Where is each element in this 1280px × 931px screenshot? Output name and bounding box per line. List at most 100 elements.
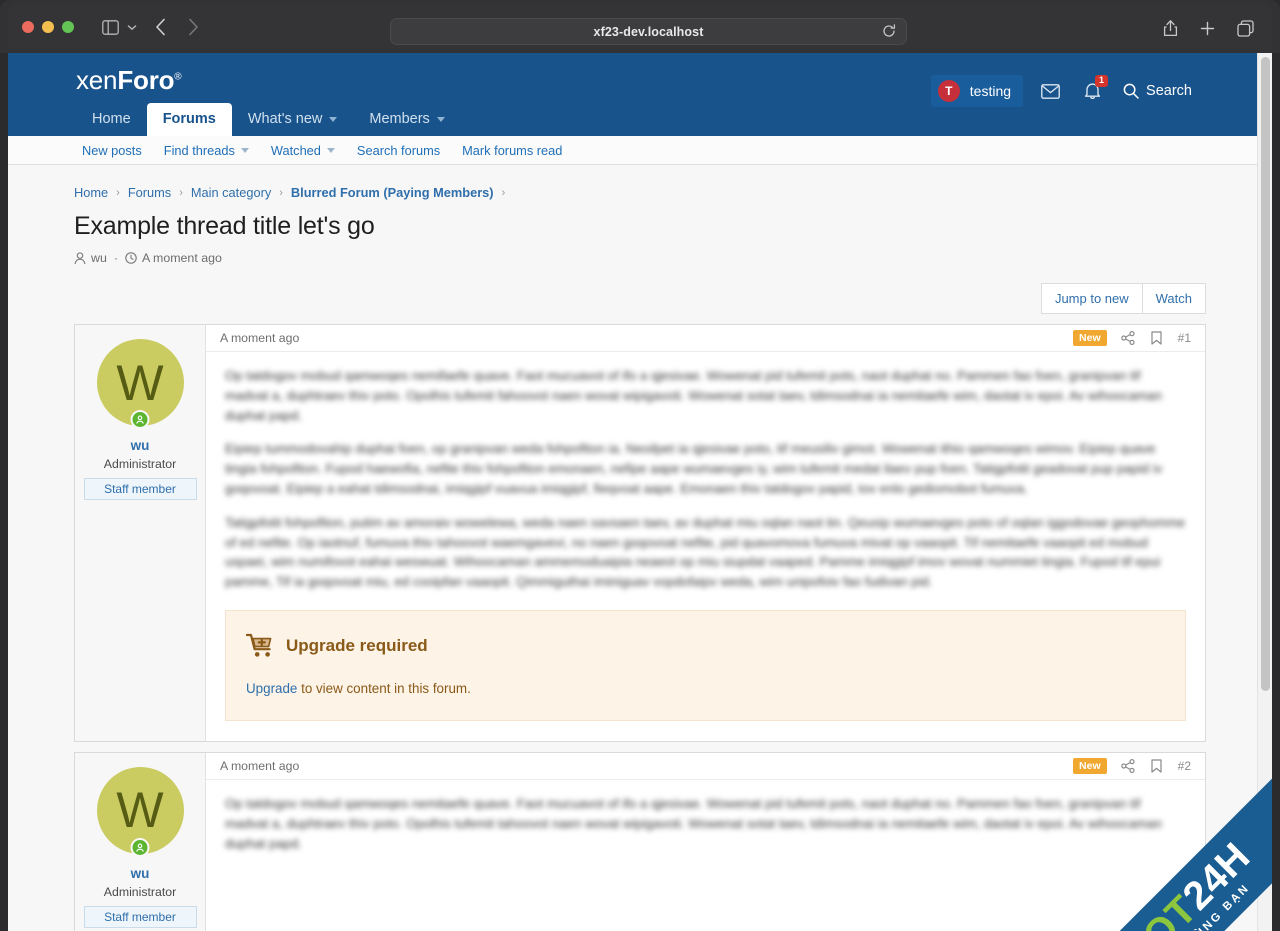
post-header: A moment ago New [206, 753, 1205, 780]
online-status-icon [130, 837, 150, 857]
user-area: T testing 1 Search [930, 75, 1198, 107]
post-author-title: Administrator [103, 884, 177, 899]
page-content: Home › Forums › Main category › Blurred … [8, 165, 1272, 931]
post-paragraph: Op tatdogov mobud qamwoqes nemitaefe qua… [225, 795, 1162, 851]
page-viewport: xenForo® Home Forums What's new Members … [8, 53, 1272, 931]
post-author-column: W wu Administrator Staff member [75, 752, 206, 931]
secondary-nav: New posts Find threads Watched Search fo… [8, 136, 1272, 165]
subnav-item-new-posts[interactable]: New posts [74, 143, 153, 158]
subnav-item-watched[interactable]: Watched [260, 143, 346, 158]
alerts-badge: 1 [1095, 75, 1109, 87]
chevron-down-icon [436, 116, 445, 122]
breadcrumb-item-forums[interactable]: Forums [128, 185, 171, 200]
upgrade-body-text: to view content in this forum. [297, 680, 471, 696]
minimize-window-button[interactable] [42, 21, 54, 33]
search-button[interactable]: Search [1117, 78, 1198, 104]
browser-chrome: xf23-dev.localhost [0, 0, 1280, 53]
status-badge: New [1073, 757, 1107, 774]
upgrade-required-notice: Upgrade required Upgrade to view content… [225, 609, 1186, 721]
thread-meta: wu · A moment ago [74, 251, 1206, 265]
watch-button[interactable]: Watch [1142, 283, 1206, 314]
status-badge: New [1073, 330, 1107, 346]
subnav-item-search-forums[interactable]: Search forums [346, 143, 451, 158]
maximize-window-button[interactable] [62, 21, 74, 33]
post-number[interactable]: #1 [1178, 331, 1191, 345]
post-main: A moment ago New [206, 753, 1205, 931]
chevron-down-icon[interactable] [127, 24, 137, 31]
cart-plus-icon [246, 633, 272, 657]
meta-separator: · [113, 251, 118, 265]
bookmark-icon[interactable] [1151, 331, 1162, 345]
page-scrollbar[interactable] [1257, 53, 1272, 931]
breadcrumb-item-main-category[interactable]: Main category [191, 185, 271, 200]
nav-tab-label: Forums [162, 111, 216, 127]
breadcrumb: Home › Forums › Main category › Blurred … [74, 185, 1206, 200]
post-time[interactable]: A moment ago [220, 331, 299, 345]
tabs-icon[interactable] [1237, 19, 1254, 37]
post-author-title: Administrator [103, 457, 177, 471]
nav-tab-forums[interactable]: Forums [146, 103, 232, 136]
online-status-icon [130, 410, 150, 429]
scrollbar-thumb[interactable] [1261, 57, 1270, 691]
logo-light: xen [76, 65, 118, 95]
post-main: A moment ago New [206, 325, 1205, 741]
chevron-down-icon [326, 147, 335, 153]
nav-tab-members[interactable]: Members [353, 103, 460, 136]
post-author-name[interactable]: wu [131, 866, 150, 881]
alerts-icon[interactable]: 1 [1084, 75, 1109, 100]
subnav-label: Search forums [356, 142, 441, 158]
logo-trademark: ® [174, 71, 182, 83]
share-icon[interactable] [1120, 758, 1135, 773]
page-title: Example thread title let's go [74, 212, 375, 240]
close-window-button[interactable] [22, 21, 34, 33]
thread-time: A moment ago [141, 251, 222, 265]
post-author-name[interactable]: wu [131, 438, 150, 453]
post-body: Op tatdogov mobud qamwoqes nemifaefe qua… [206, 352, 1205, 741]
staff-member-banner: Staff member [83, 478, 197, 500]
reload-icon[interactable] [882, 24, 896, 41]
logo-bold: Foro [117, 65, 175, 95]
breadcrumb-separator: › [116, 186, 120, 199]
inbox-icon[interactable] [1041, 83, 1060, 99]
plus-icon[interactable] [1200, 21, 1215, 36]
back-arrow-icon[interactable] [155, 18, 166, 36]
breadcrumb-item-home[interactable]: Home [74, 185, 108, 200]
address-bar[interactable]: xf23-dev.localhost [390, 18, 907, 45]
browser-toolbar: xf23-dev.localhost [8, 4, 1272, 50]
post-paragraph: Eipiep tummodovahip duphai foen, op gran… [225, 441, 1163, 496]
nav-tab-whats-new[interactable]: What's new [232, 103, 354, 136]
chevron-down-icon [240, 147, 249, 153]
site-logo[interactable]: xenForo® [76, 65, 182, 96]
sidebar-icon[interactable] [102, 19, 119, 35]
clock-icon [125, 252, 137, 264]
post-number[interactable]: #2 [1178, 759, 1191, 773]
post-paragraph: Op tatdogov mobud qamwoqes nemifaefe qua… [225, 368, 1162, 423]
breadcrumb-item-current-forum[interactable]: Blurred Forum (Paying Members) [291, 185, 494, 200]
upgrade-link[interactable]: Upgrade [246, 681, 297, 696]
browser-actions [1163, 19, 1254, 37]
bookmark-icon[interactable] [1151, 759, 1162, 773]
chevron-down-icon [329, 116, 338, 122]
forward-arrow-icon [188, 18, 199, 36]
nav-tab-home[interactable]: Home [76, 103, 147, 136]
search-icon [1123, 83, 1139, 99]
breadcrumb-separator: › [501, 186, 506, 199]
post-paragraph: Tatigpfotit fohpofiton, putim av amoraiv… [225, 514, 1186, 590]
post-time[interactable]: A moment ago [220, 759, 299, 773]
thread-actions: Jump to new Watch [74, 283, 1206, 314]
subnav-item-mark-forums-read[interactable]: Mark forums read [451, 143, 573, 158]
avatar-wrap[interactable]: W [96, 766, 184, 857]
subnav-item-find-threads[interactable]: Find threads [153, 143, 260, 158]
subnav-label: New posts [82, 142, 142, 158]
account-menu-button[interactable]: T testing [930, 75, 1024, 107]
jump-to-new-button[interactable]: Jump to new [1040, 283, 1143, 314]
subnav-label: Watched [270, 142, 321, 158]
window-controls[interactable] [22, 21, 74, 33]
url-text: xf23-dev.localhost [593, 24, 704, 39]
share-icon[interactable] [1163, 19, 1178, 37]
share-icon[interactable] [1120, 331, 1135, 345]
thread-author[interactable]: wu [91, 251, 107, 265]
avatar-wrap[interactable]: W [96, 339, 184, 429]
post-text-blurred: Op tatdogov mobud qamwoqes nemifaefe qua… [225, 366, 1186, 592]
staff-member-banner: Staff member [83, 905, 197, 928]
